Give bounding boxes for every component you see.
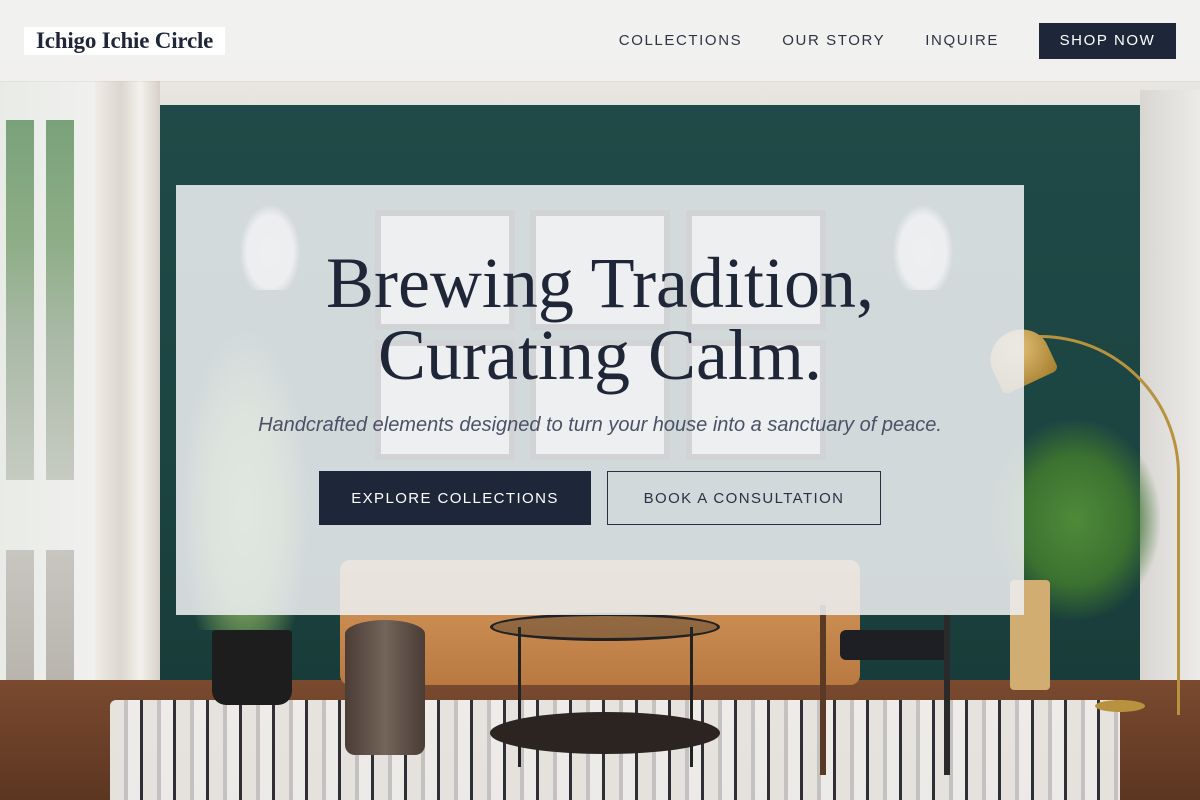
- hero-title-line-2: Curating Calm.: [378, 315, 822, 395]
- book-consultation-button[interactable]: BOOK A CONSULTATION: [607, 471, 881, 525]
- nav-link-collections[interactable]: COLLECTIONS: [619, 32, 742, 49]
- floor-lamp-base: [1095, 700, 1145, 712]
- main-nav: COLLECTIONS OUR STORY INQUIRE SHOP NOW: [619, 22, 1176, 59]
- window-pane: [6, 550, 34, 700]
- site-logo[interactable]: Ichigo Ichie Circle: [24, 26, 226, 55]
- coffee-table-shelf: [490, 712, 720, 754]
- window-pane: [46, 120, 74, 480]
- hero-title-line-1: Brewing Tradition,: [325, 243, 875, 323]
- hero-title: Brewing Tradition, Curating Calm.: [326, 247, 874, 391]
- nav-link-inquire[interactable]: INQUIRE: [925, 32, 999, 49]
- explore-collections-button[interactable]: EXPLORE COLLECTIONS: [319, 471, 591, 525]
- shop-now-button[interactable]: SHOP NOW: [1039, 22, 1176, 59]
- curtain: [95, 80, 160, 720]
- wooden-stool: [345, 620, 425, 755]
- chair: [820, 605, 950, 775]
- plant-pot-left: [212, 630, 292, 705]
- site-header: Ichigo Ichie Circle COLLECTIONS OUR STOR…: [0, 0, 1200, 81]
- coffee-table-top: [490, 613, 720, 641]
- hero-card: Brewing Tradition, Curating Calm. Handcr…: [176, 185, 1024, 615]
- hero-cta-row: EXPLORE COLLECTIONS BOOK A CONSULTATION: [319, 471, 881, 525]
- nav-link-our-story[interactable]: OUR STORY: [782, 32, 885, 49]
- hero-subtitle: Handcrafted elements designed to turn yo…: [258, 414, 942, 436]
- window-pane: [6, 120, 34, 480]
- window-pane: [46, 550, 74, 700]
